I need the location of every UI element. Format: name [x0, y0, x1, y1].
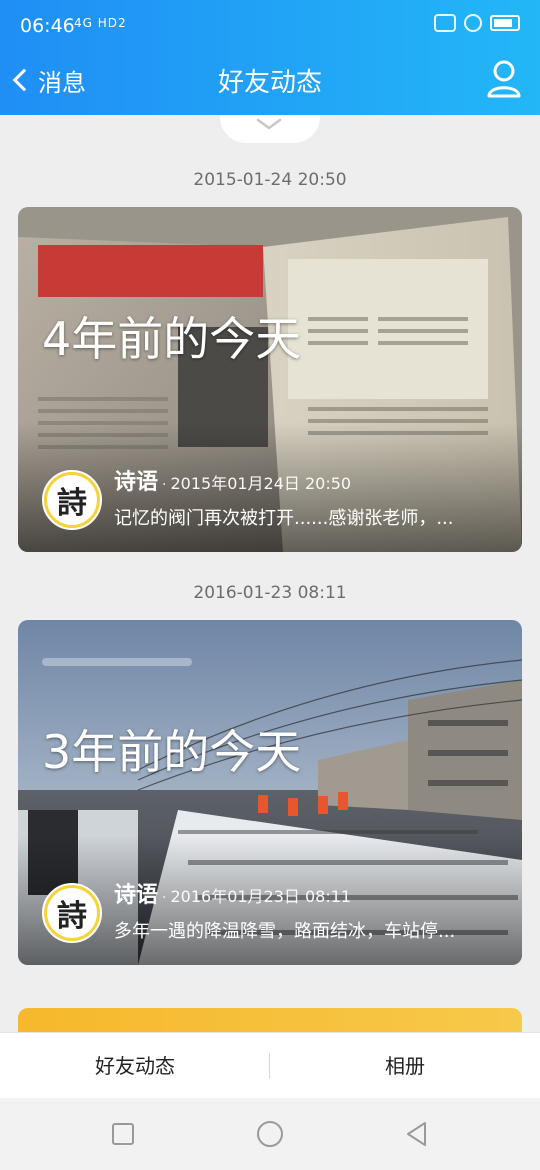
- home-icon[interactable]: [256, 1120, 284, 1148]
- memory-title: 3年前的今天: [42, 725, 302, 779]
- post-date: 2016年01月23日 08:11: [170, 887, 352, 906]
- status-bar: 06:46 4G HD2: [0, 0, 540, 52]
- battery-icon: [490, 15, 520, 31]
- tab-friend-feed[interactable]: 好友动态: [0, 1033, 270, 1098]
- avatar[interactable]: 詩: [42, 470, 102, 530]
- avatar[interactable]: 詩: [42, 883, 102, 943]
- memory-card[interactable]: 4年前的今天 詩 诗语 · 2015年01月24日 20:50 记忆的阀门再次被打开…: [18, 207, 522, 552]
- story-progress: [42, 658, 192, 666]
- avatar-glyph: 詩: [47, 888, 97, 938]
- feed-timestamp: 2015-01-24 20:50: [193, 170, 347, 190]
- title-bar: 消息 好友动态: [0, 52, 540, 115]
- header: 06:46 4G HD2 消息 好友动态: [0, 0, 540, 115]
- tab-album[interactable]: 相册: [270, 1033, 540, 1098]
- recent-apps-icon[interactable]: [109, 1120, 137, 1148]
- vibrate-icon: [434, 14, 456, 32]
- status-time: 06:46: [20, 15, 75, 37]
- post-date: 2015年01月24日 20:50: [170, 474, 352, 493]
- post-meta: 诗语 · 2016年01月23日 08:11: [114, 883, 352, 908]
- avatar-glyph: 詩: [47, 475, 97, 525]
- chevron-down-icon: [256, 118, 282, 130]
- network-indicator: 4G HD2: [74, 16, 127, 30]
- author-name[interactable]: 诗语: [114, 470, 158, 495]
- status-icons: [434, 14, 520, 32]
- post-caption: 多年一遇的降温降雪，路面结冰，车站停...: [114, 921, 456, 942]
- system-nav-bar: [0, 1098, 540, 1170]
- author-name[interactable]: 诗语: [114, 883, 158, 908]
- post-caption: 记忆的阀门再次被打开......感谢张老师，...: [114, 508, 454, 529]
- pull-down-tab[interactable]: [220, 115, 320, 143]
- post-meta: 诗语 · 2015年01月24日 20:50: [114, 470, 352, 495]
- memory-card[interactable]: 3年前的今天 詩 诗语 · 2016年01月23日 08:11 多年一遇的降温降雪，…: [18, 620, 522, 965]
- memory-title: 4年前的今天: [42, 312, 302, 366]
- tab-divider: [269, 1053, 270, 1079]
- bottom-tab-bar: 好友动态 相册: [0, 1032, 540, 1098]
- lock-icon: [464, 14, 482, 32]
- back-triangle-icon[interactable]: [403, 1120, 431, 1148]
- page-title: 好友动态: [217, 68, 322, 98]
- profile-icon[interactable]: [486, 58, 522, 98]
- feed-timestamp: 2016-01-23 08:11: [193, 583, 347, 603]
